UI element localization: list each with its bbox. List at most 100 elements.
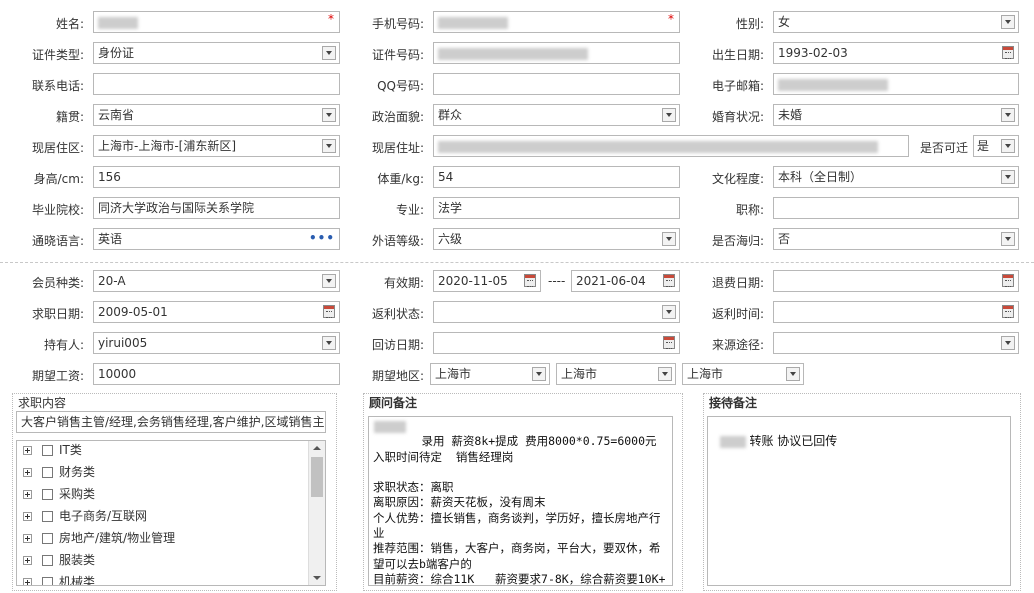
tree-item[interactable]: IT类 bbox=[23, 441, 82, 461]
chevron-down-icon[interactable] bbox=[322, 336, 336, 350]
scroll-up-icon[interactable] bbox=[313, 446, 321, 450]
relocate-select[interactable]: 是 bbox=[973, 135, 1019, 157]
validity-to-input[interactable]: 2021-06-04 bbox=[571, 270, 680, 292]
email-input[interactable] bbox=[773, 73, 1019, 95]
chevron-down-icon[interactable] bbox=[662, 232, 676, 246]
phone-input[interactable] bbox=[93, 73, 340, 95]
chevron-down-icon[interactable] bbox=[662, 108, 676, 122]
section-divider bbox=[0, 262, 1034, 263]
scroll-down-icon[interactable] bbox=[313, 576, 321, 580]
region-city-select[interactable]: 上海市 bbox=[556, 363, 676, 385]
tree-item[interactable]: 采购类 bbox=[23, 483, 95, 505]
overseas-select[interactable]: 否 bbox=[773, 228, 1019, 250]
job-content-summary[interactable]: 大客户销售主管/经理,会务销售经理,客户维护,区域销售主管 bbox=[16, 411, 326, 433]
source-label: 来源途径: bbox=[711, 338, 764, 352]
plus-box-icon[interactable] bbox=[23, 468, 32, 477]
rebate-time-input[interactable] bbox=[773, 301, 1019, 323]
native-select[interactable]: 云南省 bbox=[93, 104, 340, 126]
language-input[interactable]: 英语 ••• bbox=[93, 228, 340, 250]
id-no-input[interactable] bbox=[433, 42, 680, 64]
id-type-select[interactable]: 身份证 bbox=[93, 42, 340, 64]
calendar-icon[interactable] bbox=[524, 274, 536, 287]
mobile-input[interactable]: * bbox=[433, 11, 680, 33]
chevron-down-icon[interactable] bbox=[662, 305, 676, 319]
advisor-notes-textarea[interactable]: 录用 薪资8k+提成 费用8000*0.75=6000元 入职时间待定 销售经理… bbox=[368, 416, 673, 586]
plus-box-icon[interactable] bbox=[23, 490, 32, 499]
tree-item[interactable]: 电子商务/互联网 bbox=[23, 505, 147, 527]
plus-box-icon[interactable] bbox=[23, 512, 32, 521]
checkbox[interactable] bbox=[42, 445, 53, 456]
residence-area-select[interactable]: 上海市-上海市-[浦东新区] bbox=[93, 135, 340, 157]
rebate-status-select[interactable] bbox=[433, 301, 680, 323]
birth-date-input[interactable]: 1993-02-03 bbox=[773, 42, 1019, 64]
checkbox[interactable] bbox=[42, 467, 53, 478]
calendar-icon[interactable] bbox=[1002, 46, 1014, 59]
chevron-down-icon[interactable] bbox=[322, 139, 336, 153]
native-value: 云南省 bbox=[98, 108, 135, 122]
plus-box-icon[interactable] bbox=[23, 534, 32, 543]
calendar-icon[interactable] bbox=[323, 305, 335, 318]
phone-label: 联系电话: bbox=[31, 79, 84, 93]
chevron-down-icon[interactable] bbox=[1001, 139, 1015, 153]
chevron-down-icon[interactable] bbox=[322, 46, 336, 60]
checkbox[interactable] bbox=[42, 555, 53, 566]
chevron-down-icon[interactable] bbox=[1001, 170, 1015, 184]
plus-box-icon[interactable] bbox=[23, 578, 32, 585]
refund-date-input[interactable] bbox=[773, 270, 1019, 292]
tree-scrollbar[interactable] bbox=[308, 441, 325, 585]
name-input[interactable]: * bbox=[93, 11, 340, 33]
height-input[interactable]: 156 bbox=[93, 166, 340, 188]
chevron-down-icon[interactable] bbox=[1001, 108, 1015, 122]
tree-item[interactable]: 机械类 bbox=[23, 571, 95, 585]
chevron-down-icon[interactable] bbox=[1001, 336, 1015, 350]
chevron-down-icon[interactable] bbox=[1001, 15, 1015, 29]
political-select[interactable]: 群众 bbox=[433, 104, 680, 126]
plus-box-icon[interactable] bbox=[23, 446, 32, 455]
language-value: 英语 bbox=[98, 232, 123, 246]
chevron-down-icon[interactable] bbox=[786, 367, 800, 381]
region-city-value: 上海市 bbox=[561, 367, 598, 381]
tree-item[interactable]: 财务类 bbox=[23, 461, 95, 483]
checkbox[interactable] bbox=[42, 489, 53, 500]
chevron-down-icon[interactable] bbox=[532, 367, 546, 381]
job-date-input[interactable]: 2009-05-01 bbox=[93, 301, 340, 323]
calendar-icon[interactable] bbox=[1002, 305, 1014, 318]
major-input[interactable]: 法学 bbox=[433, 197, 680, 219]
checkbox[interactable] bbox=[42, 577, 53, 585]
holder-select[interactable]: yirui005 bbox=[93, 332, 340, 354]
residence-addr-input[interactable] bbox=[433, 135, 909, 157]
scroll-thumb[interactable] bbox=[311, 457, 323, 497]
calendar-icon[interactable] bbox=[663, 274, 675, 287]
chevron-down-icon[interactable] bbox=[1001, 232, 1015, 246]
chevron-down-icon[interactable] bbox=[658, 367, 672, 381]
marital-select[interactable]: 未婚 bbox=[773, 104, 1019, 126]
member-type-select[interactable]: 20-A bbox=[93, 270, 340, 292]
source-select[interactable] bbox=[773, 332, 1019, 354]
visit-date-input[interactable] bbox=[433, 332, 680, 354]
redacted-address bbox=[438, 140, 878, 153]
weight-label: 体重/kg: bbox=[377, 172, 424, 186]
plus-box-icon[interactable] bbox=[23, 556, 32, 565]
gender-value: 女 bbox=[778, 15, 791, 29]
title-input[interactable] bbox=[773, 197, 1019, 219]
reception-notes-textarea[interactable]: 转账 协议已回传 bbox=[707, 416, 1011, 586]
tree-item[interactable]: 房地产/建筑/物业管理 bbox=[23, 527, 175, 549]
gender-select[interactable]: 女 bbox=[773, 11, 1019, 33]
chevron-down-icon[interactable] bbox=[322, 274, 336, 288]
region-province-select[interactable]: 上海市 bbox=[430, 363, 550, 385]
region-district-select[interactable]: 上海市 bbox=[682, 363, 804, 385]
chevron-down-icon[interactable] bbox=[322, 108, 336, 122]
ellipsis-icon[interactable]: ••• bbox=[309, 229, 335, 248]
calendar-icon[interactable] bbox=[1002, 274, 1014, 287]
weight-input[interactable]: 54 bbox=[433, 166, 680, 188]
tree-item[interactable]: 服装类 bbox=[23, 549, 95, 571]
checkbox[interactable] bbox=[42, 533, 53, 544]
qq-input[interactable] bbox=[433, 73, 680, 95]
checkbox[interactable] bbox=[42, 511, 53, 522]
validity-from-input[interactable]: 2020-11-05 bbox=[433, 270, 541, 292]
lang-level-select[interactable]: 六级 bbox=[433, 228, 680, 250]
school-input[interactable]: 同济大学政治与国际关系学院 bbox=[93, 197, 340, 219]
salary-input[interactable]: 10000 bbox=[93, 363, 340, 385]
calendar-icon[interactable] bbox=[663, 336, 675, 349]
education-select[interactable]: 本科（全日制） bbox=[773, 166, 1019, 188]
